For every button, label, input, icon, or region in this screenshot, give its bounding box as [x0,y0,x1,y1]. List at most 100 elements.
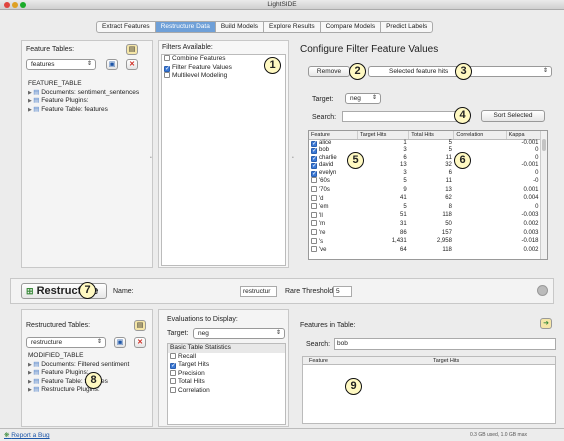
checkbox[interactable]: ✓ [170,363,176,369]
feature-name: 's [319,238,324,245]
tab-compare-models[interactable]: Compare Models [321,22,382,32]
cell-to: 8 [448,203,452,210]
list-item[interactable]: ✓ Target Hits [168,361,285,370]
tree-item[interactable]: ▶ ▤ Feature Plugins: [26,97,148,106]
table-scrollbar[interactable] [540,131,547,259]
row-checkbox[interactable] [311,237,317,244]
tab-predict-labels[interactable]: Predict Labels [381,22,432,32]
name-input[interactable]: restructur [240,286,277,297]
export-icon[interactable]: ➜ [540,318,552,329]
tab-extract-features[interactable]: Extract Features [97,22,156,32]
list-item[interactable]: Multilevel Modeling [162,72,285,81]
window-title: LightSIDE [267,1,297,8]
cell-k: 0 [535,147,539,154]
checkbox[interactable] [164,55,170,61]
callout-7: 7 [79,282,96,299]
remove-button[interactable]: Remove [308,66,350,77]
row-checkbox[interactable] [311,229,317,236]
search-input[interactable] [342,111,470,122]
row-checkbox[interactable] [311,211,317,218]
tab-explore-results[interactable]: Explore Results [264,22,321,32]
report-bug-link[interactable]: ❋ Report a Bug [4,431,50,439]
cell-k: 0.001 [523,186,539,193]
table-row[interactable]: ✓ david 13 32 -0.001 [309,162,541,170]
table-row[interactable]: ✓ charlie 6 11 0 [309,155,541,163]
target-select[interactable]: neg ⇕ [345,93,381,104]
table-row[interactable]: '70s 9 13 0.001 [309,186,541,195]
checkbox[interactable] [164,72,170,78]
tab-build-models[interactable]: Build Models [216,22,265,32]
row-checkbox[interactable] [311,177,317,184]
open-folder-icon-2[interactable]: ▤ [134,320,146,331]
feature-table-select[interactable]: features ⇕ [26,59,96,70]
restructured-table-select[interactable]: restructure ⇕ [26,337,106,348]
features-search-input[interactable]: bob [334,338,556,350]
list-item[interactable]: Recall [168,352,285,362]
feature-name: 're [319,230,326,237]
row-checkbox[interactable]: ✓ [311,140,317,147]
col-target-hits[interactable]: Target Hits [433,357,459,365]
column-header[interactable]: Target Hits [357,131,410,140]
feature-name: 'em [319,204,329,211]
table-row[interactable]: 'd 41 62 0.004 [309,194,541,204]
row-checkbox[interactable] [311,246,317,253]
cell-th: 13 [400,162,407,169]
row-checkbox[interactable] [311,203,317,210]
tree-item[interactable]: FEATURE_TABLE [26,80,148,89]
row-checkbox[interactable] [311,194,317,201]
row-checkbox[interactable] [311,186,317,193]
table-row[interactable]: 'm 31 50 0.002 [309,220,541,229]
column-header[interactable]: Feature [309,131,359,140]
cell-k: 0.002 [523,220,539,227]
column-header[interactable]: Kappa [506,131,542,140]
splitter-handle-1[interactable]: • [150,155,152,161]
tree-item[interactable]: ▶ ▤ Restructure Plugins: [26,386,148,395]
checkbox[interactable] [170,352,176,359]
table-row[interactable]: 've 64 118 0.002 [309,246,541,255]
delete-icon-2[interactable]: ✕ [134,337,146,348]
list-item[interactable]: Total Hits [168,378,285,387]
callout-8: 8 [85,372,102,389]
table-row[interactable]: ✓ bob 3 5 0 [309,147,541,155]
delete-icon[interactable]: ✕ [126,59,138,70]
row-checkbox[interactable]: ✓ [311,155,317,162]
cell-th: 5 [403,203,407,210]
rare-threshold-input[interactable]: 5 [333,286,352,297]
row-checkbox[interactable]: ✓ [311,163,317,170]
tree-item[interactable]: ▶ ▤ Documents: sentiment_sentences [26,89,148,98]
row-checkbox[interactable]: ✓ [311,170,317,177]
sort-selected-button[interactable]: Sort Selected [481,110,545,122]
row-checkbox[interactable]: ✓ [311,148,317,155]
table-row[interactable]: ✓ alice 1 5 -0.001 [309,139,541,147]
checkbox[interactable] [170,369,176,376]
restructure-icon: ⊞ [26,286,34,296]
column-header[interactable]: Correlation [453,131,507,140]
tree-item[interactable]: ▶ ▤ Documents: Filtered sentiment [26,361,148,370]
save-icon[interactable]: ▣ [106,59,118,70]
splitter-handle-2[interactable]: • [292,155,294,161]
checkbox[interactable] [170,386,176,393]
tab-restructure-data[interactable]: Restructure Data [155,22,216,32]
table-row[interactable]: 'em 5 8 0 [309,203,541,212]
table-row[interactable]: 'll 51 118 -0.003 [309,211,541,221]
cell-k: 0.002 [523,246,539,253]
list-item[interactable]: Correlation [168,386,285,396]
table-row[interactable]: '60s 5 11 -0 [309,177,541,186]
col-feature[interactable]: Feature [309,357,328,365]
tree-item[interactable]: MODIFIED_TABLE [26,352,148,361]
table-row[interactable]: 's 1,431 2,958 -0.018 [309,237,541,247]
row-checkbox[interactable] [311,220,317,227]
table-row[interactable]: ✓ evelyn 3 6 0 [309,170,541,178]
eval-target-select[interactable]: neg ⇕ [193,328,285,339]
open-folder-icon[interactable]: ▤ [126,44,138,55]
column-header[interactable]: Total Hits [408,131,455,140]
feature-cell: ✓ alice [309,139,358,147]
tree-item[interactable]: ▶ ▤ Feature Table: features [26,106,148,115]
cell-c [454,177,506,186]
table-row[interactable]: 're 86 157 0.003 [309,229,541,238]
checkbox[interactable] [170,378,176,384]
checkbox[interactable]: ✓ [164,65,170,72]
list-item[interactable]: Precision [168,369,285,379]
cancel-icon[interactable] [537,285,548,296]
save-icon-2[interactable]: ▣ [114,337,126,348]
